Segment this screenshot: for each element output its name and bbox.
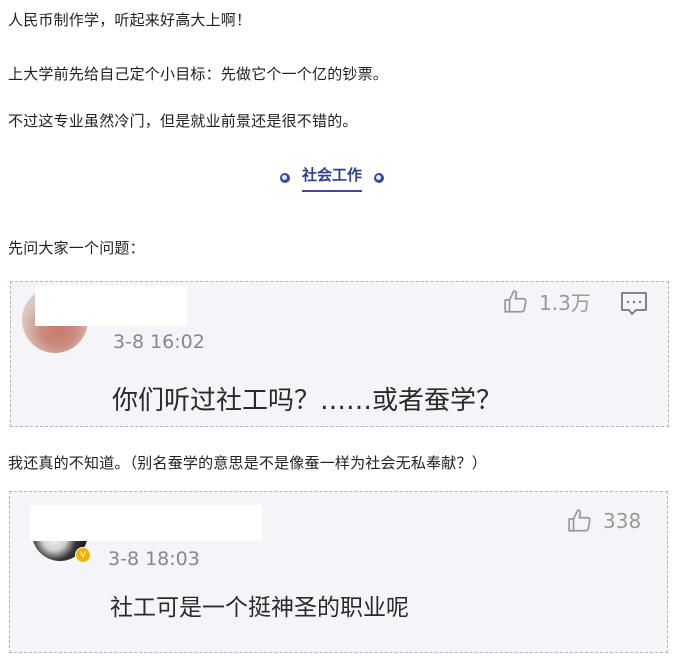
article-paragraph-1: 人民币制作学，听起来好高大上啊！ bbox=[8, 11, 252, 29]
article-paragraph-3: 不过这专业虽然冷门，但是就业前景还是很不错的。 bbox=[8, 112, 358, 130]
article-paragraph-2: 上大学前先给自己定个小目标：先做它个一个亿的钞票。 bbox=[8, 65, 389, 83]
like-count: 338 bbox=[603, 509, 642, 533]
comment-time: 3-8 18:03 bbox=[108, 548, 200, 570]
section-dot-right-icon bbox=[374, 173, 385, 183]
username-redacted bbox=[35, 286, 187, 326]
article-paragraph-4: 先问大家一个问题： bbox=[8, 239, 145, 257]
like-button[interactable]: 338 bbox=[567, 508, 641, 534]
comment-text: 你们听过社工吗？……或者蚕学？ bbox=[112, 386, 503, 416]
section-dot-left-icon bbox=[280, 173, 290, 183]
thumbs-up-icon bbox=[504, 289, 527, 313]
section-header: 社会工作 bbox=[280, 164, 385, 192]
comment-text: 社工可是一个挺神圣的职业呢 bbox=[110, 595, 409, 621]
article-paragraph-5: 我还真的不知道。（别名蚕学的意思是不是像蚕一样为社会无私奉献？） bbox=[8, 454, 487, 472]
verified-badge-icon: v bbox=[75, 547, 91, 563]
like-button[interactable]: 1.3万 bbox=[503, 287, 591, 316]
username-redacted bbox=[30, 505, 262, 541]
thumbs-up-icon bbox=[568, 509, 591, 532]
comment-time: 3-8 16:02 bbox=[113, 331, 205, 353]
section-title: 社会工作 bbox=[302, 164, 363, 192]
comment-icon[interactable] bbox=[620, 291, 648, 321]
like-count: 1.3万 bbox=[539, 291, 591, 315]
